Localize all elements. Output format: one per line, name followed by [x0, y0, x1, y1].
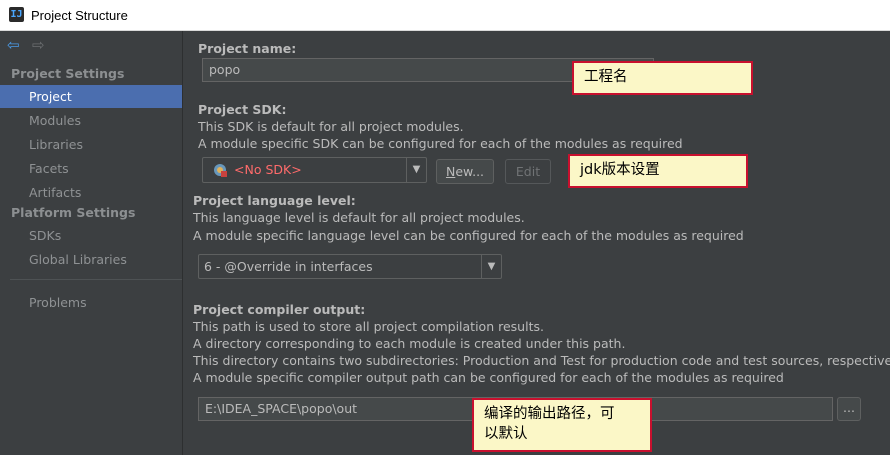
sdk-icon: [214, 164, 227, 177]
compiler-output-annotation-line2: 以默认: [484, 426, 528, 442]
language-level-desc1: This language level is default for all p…: [193, 210, 525, 225]
sidebar-item-problems[interactable]: Problems: [0, 291, 182, 314]
project-sdk-value: <No SDK>: [234, 162, 302, 177]
project-settings-header: Project Settings: [11, 66, 125, 81]
back-arrow-icon[interactable]: ⇦: [7, 37, 20, 53]
sidebar-item-artifacts[interactable]: Artifacts: [0, 181, 182, 204]
compiler-output-desc4: A module specific compiler output path c…: [193, 370, 784, 385]
chevron-down-icon[interactable]: ▼: [481, 255, 501, 278]
sidebar-item-global-libraries[interactable]: Global Libraries: [0, 248, 182, 271]
language-level-value: 6 - @Override in interfaces: [204, 259, 373, 274]
new-sdk-button[interactable]: New...: [436, 159, 494, 184]
browse-button[interactable]: ...: [837, 397, 861, 421]
sdk-annotation: jdk版本设置: [568, 154, 748, 188]
sidebar-divider: [10, 279, 182, 280]
new-sdk-mnemonic: N: [445, 164, 456, 179]
compiler-output-desc3: This directory contains two subdirectori…: [193, 353, 890, 368]
language-level-label: Project language level:: [193, 193, 356, 208]
title-bar: IJ Project Structure: [0, 0, 890, 31]
forward-arrow-icon[interactable]: ⇨: [32, 37, 45, 53]
sidebar-item-sdks[interactable]: SDKs: [0, 224, 182, 247]
compiler-output-annotation-line1: 编译的输出路径，可: [484, 406, 615, 422]
language-level-combo[interactable]: 6 - @Override in interfaces ▼: [198, 254, 502, 279]
intellij-icon: IJ: [9, 7, 24, 22]
project-name-label: Project name:: [198, 41, 297, 56]
sidebar-item-modules[interactable]: Modules: [0, 109, 182, 132]
sidebar-item-libraries[interactable]: Libraries: [0, 133, 182, 156]
project-sdk-desc2: A module specific SDK can be configured …: [198, 136, 683, 151]
edit-sdk-button[interactable]: Edit: [505, 159, 551, 184]
project-sdk-combo[interactable]: <No SDK> ▼: [202, 157, 427, 183]
project-sdk-desc1: This SDK is default for all project modu…: [198, 119, 464, 134]
window-title: Project Structure: [31, 8, 128, 23]
compiler-output-desc1: This path is used to store all project c…: [193, 319, 544, 334]
compiler-output-label: Project compiler output:: [193, 302, 366, 317]
sidebar-item-project[interactable]: Project: [0, 85, 182, 108]
platform-settings-header: Platform Settings: [11, 205, 136, 220]
new-sdk-button-label: ew...: [455, 164, 485, 179]
main-panel: Project name: popo Project SDK: This SDK…: [184, 31, 890, 455]
project-sdk-label: Project SDK:: [198, 102, 287, 117]
project-name-annotation: 工程名: [572, 61, 753, 95]
chevron-down-icon[interactable]: ▼: [406, 158, 426, 182]
compiler-output-annotation: 编译的输出路径，可 以默认: [472, 398, 652, 452]
sidebar-item-facets[interactable]: Facets: [0, 157, 182, 180]
compiler-output-desc2: A directory corresponding to each module…: [193, 336, 626, 351]
sidebar: ⇦ ⇨ Project Settings Project Modules Lib…: [0, 31, 183, 455]
language-level-desc2: A module specific language level can be …: [193, 228, 744, 243]
